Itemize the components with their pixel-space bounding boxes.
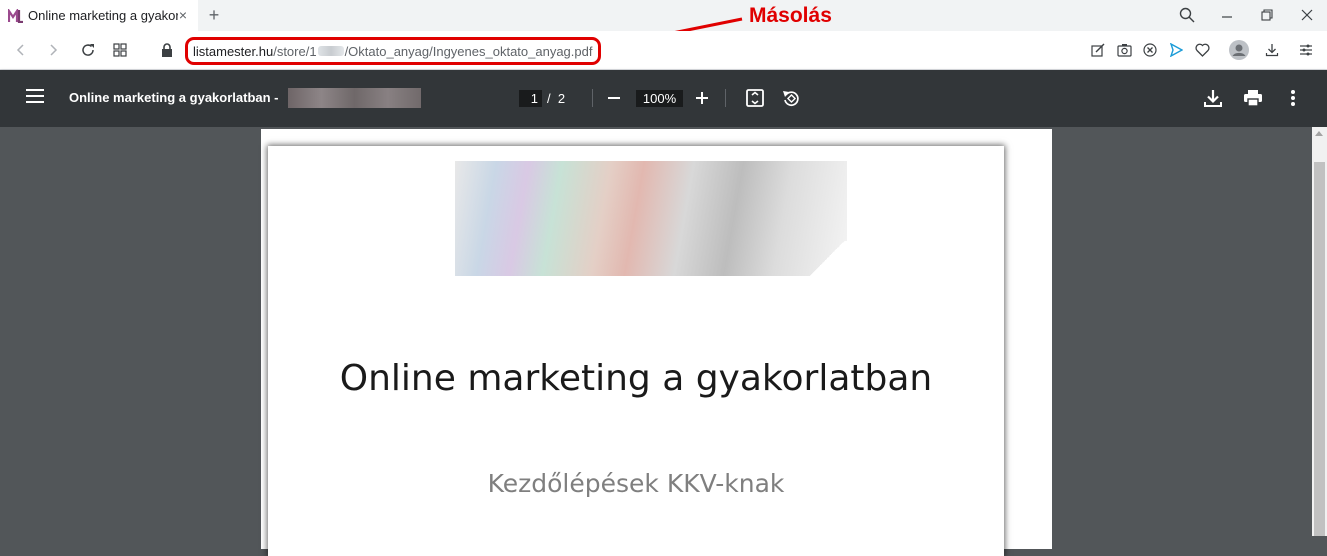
plus-icon[interactable] bbox=[690, 86, 714, 110]
blocker-icon[interactable] bbox=[1140, 40, 1160, 60]
close-window-icon[interactable] bbox=[1297, 5, 1317, 25]
total-pages: 2 bbox=[557, 91, 566, 106]
print-icon[interactable] bbox=[1241, 86, 1265, 110]
avatar-icon[interactable] bbox=[1229, 40, 1249, 60]
hamburger-icon[interactable] bbox=[26, 89, 44, 103]
fit-page-icon[interactable] bbox=[743, 86, 767, 110]
scrollbar[interactable] bbox=[1312, 127, 1327, 536]
grid-icon[interactable] bbox=[110, 40, 130, 60]
scroll-thumb[interactable] bbox=[1314, 162, 1325, 536]
redacted-blur bbox=[288, 88, 421, 108]
url-path-end: /Oktato_anyag/Ingyenes_oktato_anyag.pdf bbox=[344, 43, 593, 59]
camera-icon[interactable] bbox=[1114, 40, 1134, 60]
address-bar[interactable]: listamester.hu/store/1/Oktato_anyag/Ingy… bbox=[185, 37, 601, 65]
divider bbox=[592, 89, 593, 107]
search-icon[interactable] bbox=[1177, 5, 1197, 25]
pdf-viewer-area[interactable]: Online marketing a gyakorlatban Kezdőlép… bbox=[0, 127, 1327, 556]
page-separator: / bbox=[547, 91, 551, 106]
more-vert-icon[interactable] bbox=[1281, 86, 1305, 110]
restore-icon[interactable] bbox=[1257, 5, 1277, 25]
download-icon[interactable] bbox=[1201, 86, 1225, 110]
heart-icon[interactable] bbox=[1192, 40, 1212, 60]
url-host: listamester.hu bbox=[193, 43, 274, 59]
tab-title: Online marketing a gyakorlatban bbox=[28, 8, 178, 23]
menu-icon[interactable] bbox=[1296, 40, 1316, 60]
brand-logo-icon bbox=[7, 6, 24, 23]
redacted-blur bbox=[317, 46, 344, 56]
document-title: Online marketing a gyakorlatban bbox=[339, 358, 933, 399]
pdf-document-title: Online marketing a gyakorlatban - bbox=[69, 90, 279, 105]
divider bbox=[725, 89, 726, 107]
annotation-label: Másolás bbox=[749, 4, 832, 27]
minus-icon[interactable] bbox=[602, 86, 626, 110]
edit-icon[interactable] bbox=[1088, 40, 1108, 60]
close-icon[interactable]: × bbox=[176, 8, 190, 22]
lock-icon[interactable] bbox=[157, 40, 177, 60]
back-arrow-icon[interactable] bbox=[11, 40, 31, 60]
pdf-toolbar: Online marketing a gyakorlatban - 1 / 2 … bbox=[0, 70, 1327, 127]
reload-icon[interactable] bbox=[78, 40, 98, 60]
page-number-input[interactable]: 1 bbox=[519, 90, 542, 107]
minimize-icon[interactable] bbox=[1217, 5, 1237, 25]
document-subtitle: Kezdőlépések KKV-knak bbox=[487, 469, 785, 498]
header-image bbox=[455, 161, 847, 276]
download-icon[interactable] bbox=[1262, 40, 1282, 60]
browser-tab[interactable]: Online marketing a gyakorlatban × bbox=[0, 0, 198, 31]
rotate-icon[interactable] bbox=[779, 86, 803, 110]
page-count: / 2 bbox=[547, 91, 565, 106]
plus-icon[interactable]: + bbox=[204, 5, 224, 25]
url-path-start: /store/1 bbox=[273, 43, 317, 59]
zoom-input[interactable]: 100% bbox=[636, 90, 683, 107]
send-icon[interactable] bbox=[1166, 40, 1186, 60]
browser-toolbar: listamester.hu/store/1/Oktato_anyag/Ingy… bbox=[0, 31, 1327, 70]
forward-arrow-icon[interactable] bbox=[43, 40, 63, 60]
scroll-up-icon[interactable] bbox=[1315, 131, 1323, 136]
